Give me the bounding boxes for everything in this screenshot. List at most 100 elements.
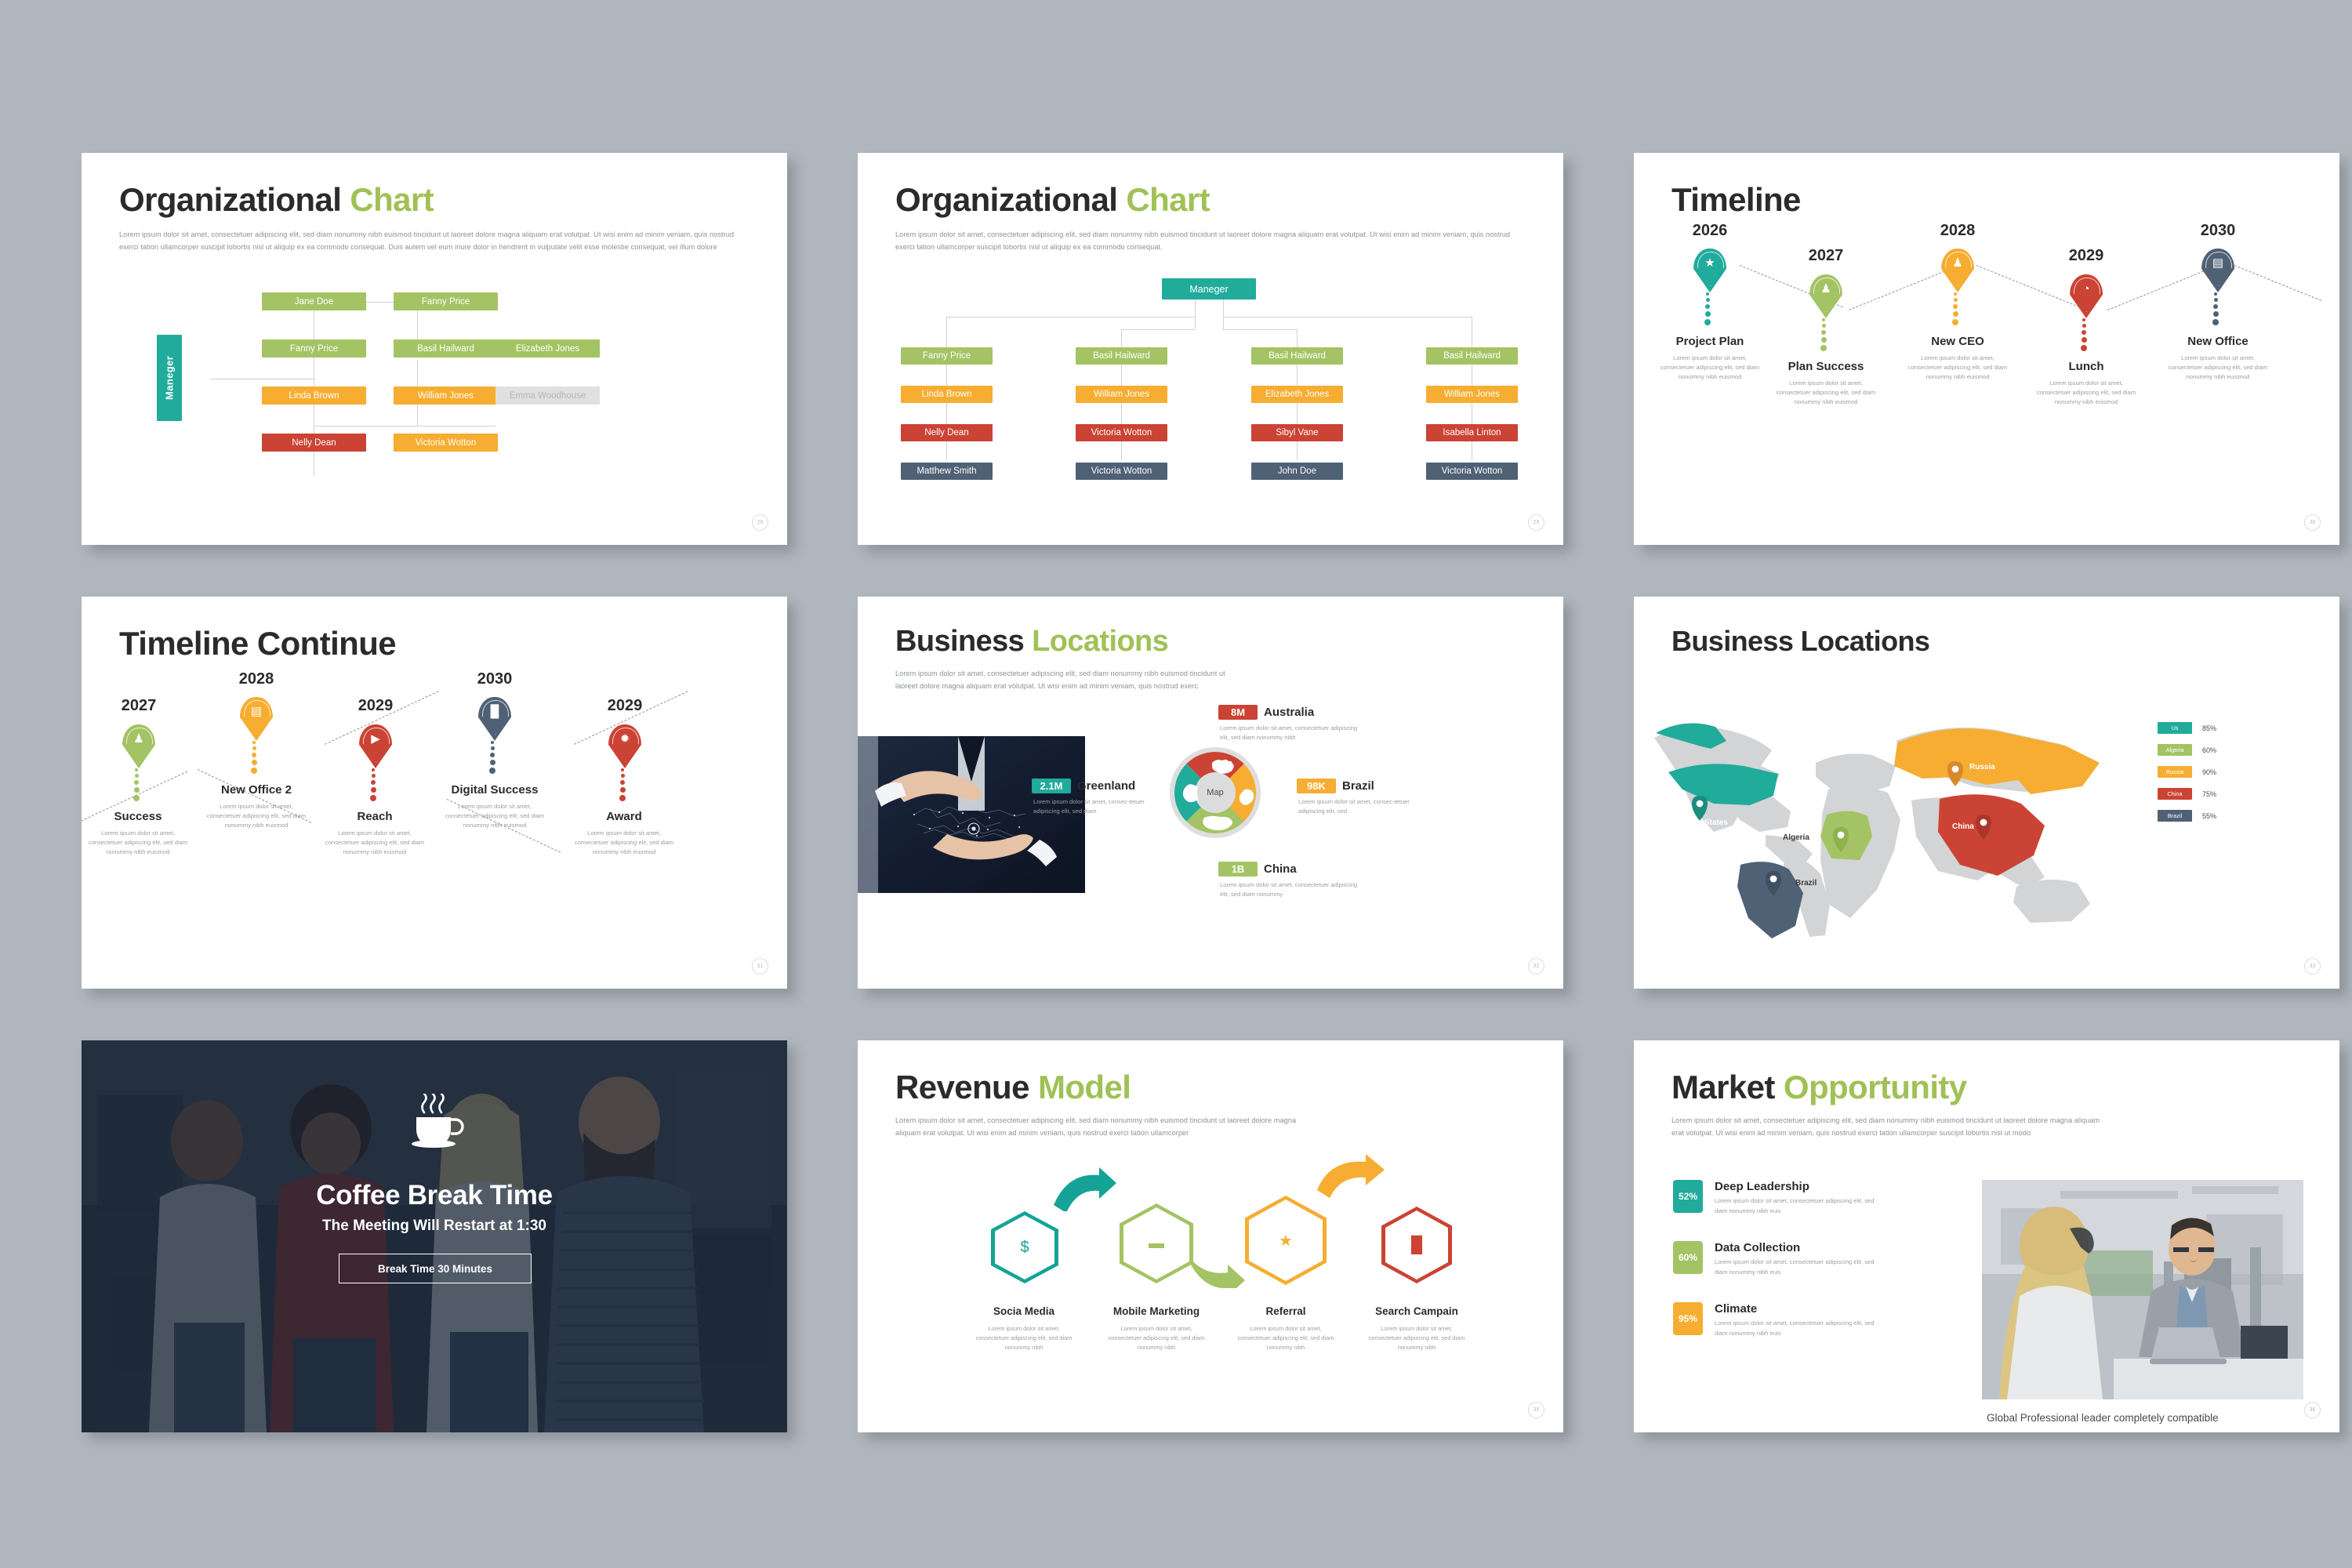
- org-node-root[interactable]: Maneger: [1162, 278, 1256, 299]
- slide-timeline[interactable]: Timeline 2026 ★ Project Plan Lorem ipsum…: [1634, 153, 2339, 545]
- legend-row[interactable]: Brazil 55%: [2158, 810, 2216, 822]
- page-title: Timeline Continue: [119, 625, 397, 662]
- slide-body-text: Lorem ipsum dolor sit amet, consectetuer…: [895, 670, 1225, 690]
- arrow-orange-icon: [1317, 1154, 1385, 1198]
- timeline-dots: [489, 741, 495, 774]
- org-node[interactable]: Victoria Wotton: [394, 434, 498, 452]
- org-node[interactable]: Matthew Smith: [901, 463, 993, 480]
- timeline-desc: Lorem ipsum dolor sit amet, consectetuer…: [325, 829, 425, 855]
- handshake-stars-icon: ★: [1279, 1232, 1293, 1250]
- slide-organizational-chart-1[interactable]: Organizational Chart Lorem ipsum dolor s…: [82, 153, 787, 545]
- org-node[interactable]: Elizabeth Jones: [495, 339, 600, 358]
- legend-value: 75%: [2202, 789, 2217, 798]
- org-node[interactable]: Nelly Dean: [901, 424, 993, 441]
- org-node[interactable]: Victoria Wotton: [1426, 463, 1518, 480]
- timeline-pin[interactable]: ▶: [359, 724, 392, 770]
- org-node[interactable]: Jane Doe: [262, 292, 366, 310]
- slide-coffee-break[interactable]: Coffee Break Time The Meeting Will Resta…: [82, 1040, 787, 1432]
- hex-step-search-campain[interactable]: █: [1381, 1207, 1452, 1283]
- legend-chip: Russia: [2158, 766, 2192, 778]
- org-node[interactable]: Linda Brown: [901, 386, 993, 403]
- location-china[interactable]: 1B China: [1218, 862, 1297, 877]
- legend-row[interactable]: Algeria 60%: [2158, 744, 2216, 756]
- legend-value: 55%: [2202, 811, 2217, 820]
- location-brazil[interactable]: 98K Brazil: [1297, 779, 1374, 793]
- metric-deep-leadership[interactable]: 52% Deep Leadership Lorem ipsum dolor si…: [1673, 1180, 1883, 1216]
- org-node[interactable]: Basil Hailward: [394, 339, 498, 358]
- org-node[interactable]: Sibyl Vane: [1251, 424, 1343, 441]
- timeline-label: Digital Success: [451, 783, 539, 797]
- timeline-pin[interactable]: ♟: [1941, 249, 1974, 294]
- location-greenland[interactable]: 2.1M Greenland: [1032, 779, 1135, 793]
- org-node[interactable]: Nelly Dean: [262, 434, 366, 452]
- timeline-connector: [1849, 267, 1953, 310]
- timeline-pin[interactable]: ◔: [2070, 274, 2103, 320]
- coffee-cup-icon: [399, 1092, 470, 1150]
- timeline-pin[interactable]: ♟: [1809, 274, 1842, 320]
- hex-step-referral[interactable]: ★: [1245, 1196, 1327, 1285]
- org-node[interactable]: William Jones: [1076, 386, 1167, 403]
- timeline-dots: [1952, 292, 1958, 325]
- trophy-person-icon: ♟: [1820, 282, 1831, 296]
- org-node[interactable]: Basil Hailward: [1426, 347, 1518, 365]
- slide-timeline-continue[interactable]: Timeline Continue 2027 ♟ Success Lorem i…: [82, 597, 787, 989]
- org-node[interactable]: Fanny Price: [262, 339, 366, 358]
- timeline-pin[interactable]: ★: [1693, 249, 1726, 294]
- page-title: Market Opportunity: [1671, 1069, 1967, 1105]
- org-node[interactable]: Elizabeth Jones: [1251, 386, 1343, 403]
- org-node[interactable]: Fanny Price: [394, 292, 498, 310]
- growth-chart-icon: █: [1410, 1236, 1423, 1254]
- connector: [1223, 299, 1224, 317]
- page-number: 36: [2304, 1402, 2321, 1418]
- legend-row[interactable]: Russia 90%: [2158, 766, 2216, 778]
- timeline-dots: [1704, 292, 1711, 325]
- slide-body-text: Lorem ipsum dolor sit amet, consectetuer…: [1671, 1116, 2100, 1137]
- timeline-pin[interactable]: ♟: [122, 724, 155, 770]
- org-node[interactable]: Basil Hailward: [1251, 347, 1343, 365]
- page-title: Business Locations: [1671, 625, 1930, 657]
- legend-chip: Us: [2158, 722, 2192, 734]
- hex-step-socia-media[interactable]: $: [991, 1211, 1058, 1283]
- step-name: Referral: [1265, 1305, 1306, 1317]
- slide-business-locations-map[interactable]: Business Locations United States Algeria…: [1634, 597, 2339, 989]
- step-desc: Lorem ipsum dolor sit amet, consectetuer…: [1368, 1325, 1465, 1351]
- org-node-manager[interactable]: Maneger: [157, 335, 182, 421]
- timeline-pin[interactable]: ▤: [2201, 249, 2234, 294]
- page-title: Organizational Chart: [895, 181, 1210, 218]
- timeline-pin[interactable]: ✹: [608, 724, 641, 770]
- org-node[interactable]: William Jones: [394, 387, 498, 405]
- timeline-desc: Lorem ipsum dolor sit amet, consectetuer…: [445, 803, 545, 829]
- metric-data-collection[interactable]: 60% Data Collection Lorem ipsum dolor si…: [1673, 1241, 1883, 1277]
- timeline-year: 2030: [477, 670, 513, 688]
- location-australia[interactable]: 8M Australia: [1218, 705, 1314, 720]
- metric-climate[interactable]: 95% Climate Lorem ipsum dolor sit amet, …: [1673, 1302, 1883, 1338]
- org-node[interactable]: Victoria Wotton: [1076, 424, 1167, 441]
- break-time-button[interactable]: Break Time 30 Minutes: [339, 1254, 532, 1283]
- page-title: Organizational Chart: [119, 181, 434, 218]
- org-node[interactable]: Linda Brown: [262, 387, 366, 405]
- slide-business-locations-donut[interactable]: Business Locations Lorem ipsum dolor sit…: [858, 597, 1563, 989]
- connector: [1223, 317, 1472, 318]
- briefcase-icon: ▬: [1149, 1234, 1164, 1252]
- timeline-pin[interactable]: ▤: [240, 697, 273, 742]
- legend-row[interactable]: Us 85%: [2158, 722, 2216, 734]
- org-node[interactable]: Isabella Linton: [1426, 424, 1518, 441]
- org-node[interactable]: Emma Woodhouse: [495, 387, 600, 405]
- org-node[interactable]: John Doe: [1251, 463, 1343, 480]
- slide-organizational-chart-2[interactable]: Organizational Chart Lorem ipsum dolor s…: [858, 153, 1563, 545]
- slide-revenue-model[interactable]: Revenue Model Lorem ipsum dolor sit amet…: [858, 1040, 1563, 1432]
- org-node[interactable]: Victoria Wotton: [1076, 463, 1167, 480]
- status-badge: 95%: [1673, 1302, 1703, 1335]
- legend-row[interactable]: China 75%: [2158, 788, 2216, 800]
- org-node[interactable]: Fanny Price: [901, 347, 993, 365]
- world-map[interactable]: United States Algeria Russia China Brazi…: [1648, 697, 2134, 940]
- org-node[interactable]: William Jones: [1426, 386, 1518, 403]
- map-label-brazil: Brazil: [1795, 879, 1817, 887]
- legend-chip: Algeria: [2158, 744, 2192, 756]
- timeline-pin[interactable]: █: [478, 697, 511, 742]
- org-node[interactable]: Basil Hailward: [1076, 347, 1167, 365]
- page-number: 28: [752, 514, 768, 531]
- page-title: Timeline: [1671, 181, 1801, 218]
- slide-market-opportunity[interactable]: Market Opportunity Lorem ipsum dolor sit…: [1634, 1040, 2339, 1432]
- timeline-year: 2029: [358, 697, 394, 714]
